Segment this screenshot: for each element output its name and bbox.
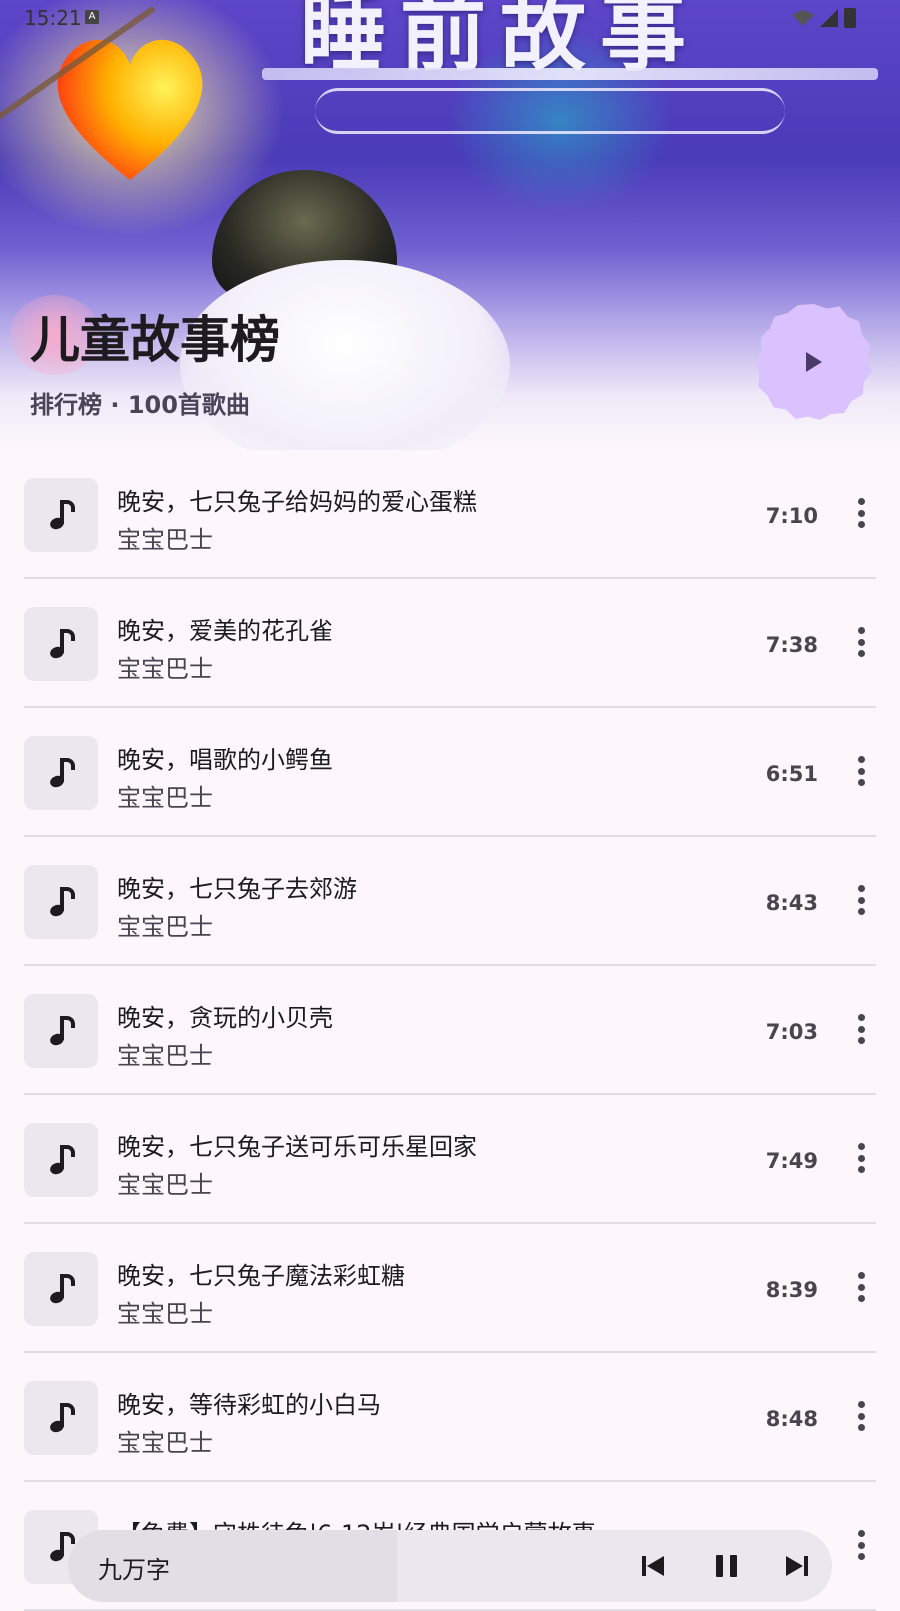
more-options-icon[interactable] (858, 498, 866, 528)
song-title: 晚安，七只兔子给妈妈的爱心蛋糕 (117, 488, 477, 516)
music-note-icon (48, 1145, 75, 1177)
previous-button[interactable] (642, 1552, 666, 1580)
song-duration: 7:38 (765, 633, 818, 657)
next-button[interactable] (786, 1552, 810, 1580)
play-icon (806, 352, 822, 372)
skip-previous-icon (642, 1556, 646, 1576)
song-artist: 宝宝巴士 (117, 1042, 213, 1070)
wifi-icon (792, 10, 814, 26)
status-icons (792, 8, 856, 28)
notification-icon: A (85, 10, 99, 24)
heart-balloon-art (45, 20, 215, 190)
song-thumbnail (24, 607, 98, 681)
song-list: 晚安，七只兔子给妈妈的爱心蛋糕 宝宝巴士 7:10 晚安，爱美的花孔雀 宝宝巴士 7:38… (0, 450, 900, 1611)
song-row[interactable]: 晚安，贪玩的小贝壳 宝宝巴士 7:03 (24, 966, 876, 1095)
music-note-icon (48, 500, 75, 532)
music-note-icon (48, 629, 75, 661)
more-options-icon[interactable] (858, 627, 866, 657)
song-row[interactable]: 晚安，等待彩虹的小白马 宝宝巴士 8:48 (24, 1353, 876, 1482)
song-thumbnail (24, 478, 98, 552)
song-title: 晚安，爱美的花孔雀 (117, 617, 333, 645)
song-title: 晚安，等待彩虹的小白马 (117, 1391, 381, 1419)
status-time: 15:21 (24, 6, 82, 30)
song-duration: 8:39 (765, 1278, 818, 1302)
now-playing-title: 九万字 (98, 1556, 170, 1584)
signal-icon (820, 9, 838, 27)
song-row[interactable]: 晚安，七只兔子魔法彩虹糖 宝宝巴士 8:39 (24, 1224, 876, 1353)
song-title: 晚安，七只兔子魔法彩虹糖 (117, 1262, 405, 1290)
more-options-icon[interactable] (858, 1143, 866, 1173)
pause-button[interactable] (716, 1552, 738, 1580)
song-artist: 宝宝巴士 (117, 1300, 213, 1328)
song-thumbnail (24, 865, 98, 939)
battery-icon (844, 8, 856, 28)
song-title: 晚安，七只兔子去郊游 (117, 875, 357, 903)
song-duration: 7:49 (765, 1149, 818, 1173)
song-title: 晚安，唱歌的小鳄鱼 (117, 746, 333, 774)
song-thumbnail (24, 994, 98, 1068)
song-row[interactable]: 晚安，爱美的花孔雀 宝宝巴士 7:38 (24, 579, 876, 708)
music-note-icon (48, 1274, 75, 1306)
song-thumbnail (24, 1381, 98, 1455)
music-note-icon (48, 1403, 75, 1435)
more-options-icon[interactable] (858, 1014, 866, 1044)
more-options-icon[interactable] (858, 1272, 866, 1302)
song-artist: 宝宝巴士 (117, 1171, 213, 1199)
more-options-icon[interactable] (858, 1401, 866, 1431)
song-artist: 宝宝巴士 (117, 526, 213, 554)
skip-next-icon (786, 1556, 803, 1576)
more-options-icon[interactable] (858, 756, 866, 786)
song-artist: 宝宝巴士 (117, 655, 213, 683)
song-thumbnail (24, 736, 98, 810)
mini-player[interactable]: 九万字 (68, 1530, 832, 1602)
song-duration: 8:48 (765, 1407, 818, 1431)
song-row[interactable]: 晚安，七只兔子给妈妈的爱心蛋糕 宝宝巴士 7:10 (24, 450, 876, 579)
song-thumbnail (24, 1123, 98, 1197)
music-note-icon (48, 758, 75, 790)
song-duration: 8:43 (765, 891, 818, 915)
pause-icon (716, 1555, 723, 1577)
banner-flourish (315, 88, 785, 134)
song-thumbnail (24, 1252, 98, 1326)
song-artist: 宝宝巴士 (117, 913, 213, 941)
song-duration: 7:10 (765, 504, 818, 528)
song-artist: 宝宝巴士 (117, 1429, 213, 1457)
song-title: 晚安，贪玩的小贝壳 (117, 1004, 333, 1032)
page-title: 儿童故事榜 (30, 311, 280, 369)
music-note-icon (48, 1016, 75, 1048)
song-row[interactable]: 晚安，七只兔子去郊游 宝宝巴士 8:43 (24, 837, 876, 966)
more-options-icon[interactable] (858, 1530, 866, 1560)
song-artist: 宝宝巴士 (117, 784, 213, 812)
page-subtitle: 排行榜 · 100首歌曲 (30, 391, 250, 419)
song-duration: 7:03 (765, 1020, 818, 1044)
more-options-icon[interactable] (858, 885, 866, 915)
song-title: 晚安，七只兔子送可乐可乐星回家 (117, 1133, 477, 1161)
music-note-icon (48, 887, 75, 919)
song-row[interactable]: 晚安，七只兔子送可乐可乐星回家 宝宝巴士 7:49 (24, 1095, 876, 1224)
banner-underline (262, 68, 878, 80)
song-duration: 6:51 (765, 762, 818, 786)
song-row[interactable]: 晚安，唱歌的小鳄鱼 宝宝巴士 6:51 (24, 708, 876, 837)
